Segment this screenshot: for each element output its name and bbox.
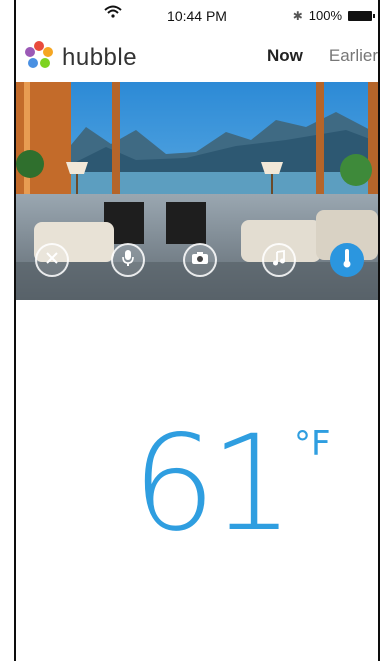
status-right: ✱ 100% — [292, 8, 375, 23]
thermometer-icon — [342, 248, 352, 273]
wifi-icon — [104, 5, 122, 22]
snapshot-button[interactable] — [183, 243, 217, 277]
microphone-icon — [121, 249, 135, 272]
tab-now[interactable]: Now — [267, 46, 303, 66]
pan-tilt-button[interactable] — [35, 243, 69, 277]
hubble-logo-icon — [24, 40, 54, 75]
lullaby-button[interactable] — [262, 243, 296, 277]
temperature-button[interactable] — [330, 243, 364, 277]
microphone-button[interactable] — [111, 243, 145, 277]
brand-name: hubble — [62, 43, 138, 71]
app-screen: 10:44 PM ✱ 100% hubble Now Earlier 61 °F — [0, 0, 380, 661]
status-bar: 10:44 PM ✱ 100% — [16, 0, 378, 32]
temperature-value: 61 — [132, 407, 294, 561]
temperature-unit: °F — [293, 424, 331, 464]
pan-tilt-icon — [44, 250, 60, 271]
view-tabs: Now Earlier — [267, 46, 378, 66]
battery-percent: 100% — [308, 8, 342, 23]
camera-icon — [191, 251, 209, 270]
tab-earlier[interactable]: Earlier — [329, 46, 378, 66]
bluetooth-icon: ✱ — [292, 8, 303, 23]
app-header: hubble Now Earlier — [16, 34, 378, 80]
temperature-readout: 61 °F — [132, 418, 331, 550]
camera-controls — [16, 243, 378, 289]
battery-icon — [348, 10, 375, 21]
status-time: 10:44 PM — [167, 8, 227, 24]
brand-logo[interactable]: hubble — [24, 40, 137, 75]
music-note-icon — [272, 249, 286, 271]
